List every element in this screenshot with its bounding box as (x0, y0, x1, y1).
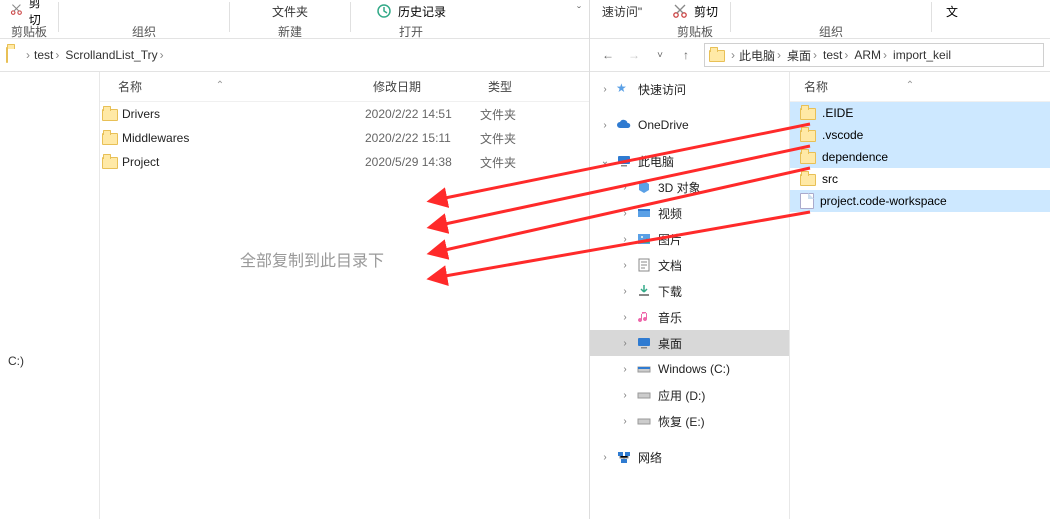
history-icon[interactable] (376, 3, 392, 19)
right-explorer-window: 速访问" 剪切 剪贴板 组织 文 ← → ˅ ↑ › 此电脑› 桌面› (590, 0, 1050, 519)
nav-up-button[interactable]: ↑ (674, 43, 698, 67)
tree-this-pc[interactable]: ⌄此电脑 (590, 148, 789, 174)
cut-label: 剪切 (694, 3, 718, 20)
tree-item[interactable]: ›音乐 (590, 304, 789, 330)
tree-item[interactable]: ›应用 (D:) (590, 382, 789, 408)
pictures-icon (636, 231, 652, 247)
drive-icon (636, 361, 652, 377)
downloads-icon (636, 283, 652, 299)
left-sidebar: C:) (0, 72, 100, 519)
open-group-label: 打开 (399, 23, 423, 40)
left-file-list: ⌃名称 修改日期 类型 Drivers 2020/2/22 14:51 文件夹 … (100, 72, 589, 519)
documents-icon (636, 257, 652, 273)
folder-up-icon[interactable] (6, 47, 22, 63)
right-ribbon: 速访问" 剪切 剪贴板 组织 文 (590, 0, 1050, 38)
folder-icon (102, 109, 118, 121)
folder-icon (800, 108, 816, 120)
right-file-list: ⌃名称 .EIDE .vscode dependence src project… (790, 72, 1050, 519)
folder-label[interactable]: 文件夹 (272, 3, 308, 20)
tree-item[interactable]: ›Windows (C:) (590, 356, 789, 382)
nav-back-button[interactable]: ← (596, 43, 620, 67)
folder-icon (800, 174, 816, 186)
sort-asc-icon: ⌃ (216, 80, 224, 91)
partial-label: 文 (946, 3, 958, 20)
scissors-icon[interactable] (672, 3, 688, 19)
monitor-icon (616, 153, 632, 169)
file-row[interactable]: project.code-workspace (790, 190, 1050, 212)
folder-icon (102, 133, 118, 145)
quick-access-partial-label[interactable]: 速访问" (602, 3, 642, 20)
breadcrumb[interactable]: 桌面› (785, 47, 819, 64)
clipboard-group-label: 剪贴板 (677, 23, 713, 40)
new-group-label: 新建 (278, 23, 302, 40)
breadcrumb[interactable]: ScrollandList_Try› (63, 48, 165, 62)
right-navbar: ← → ˅ ↑ › 此电脑› 桌面› test› ARM› import_kei… (590, 38, 1050, 72)
tree-item[interactable]: ›3D 对象 (590, 174, 789, 200)
breadcrumb[interactable]: 此电脑› (737, 47, 783, 64)
file-row[interactable]: Drivers 2020/2/22 14:51 文件夹 (100, 102, 589, 126)
clipboard-group-label: 剪贴板 (11, 23, 47, 40)
column-header-type[interactable]: 类型 (480, 78, 570, 95)
nav-recent-button[interactable]: ˅ (648, 43, 672, 67)
file-row[interactable]: src (790, 168, 1050, 190)
scissors-icon[interactable] (10, 3, 23, 19)
breadcrumb[interactable]: import_keil (891, 48, 953, 62)
tree-item[interactable]: ›视频 (590, 200, 789, 226)
star-icon: ★ (616, 81, 632, 97)
left-explorer-window: 剪切 剪贴板 组织 文件夹 新建 历史记录 打开 ˇ › t (0, 0, 590, 519)
breadcrumb[interactable]: test› (32, 48, 61, 62)
folder-icon (800, 130, 816, 142)
breadcrumb[interactable]: ARM› (852, 48, 889, 62)
desktop-icon (636, 335, 652, 351)
tree-item[interactable]: ›图片 (590, 226, 789, 252)
left-navbar: › test› ScrollandList_Try› (0, 38, 589, 72)
folder-icon (800, 152, 816, 164)
file-row[interactable]: .vscode (790, 124, 1050, 146)
tree-item[interactable]: ›文档 (590, 252, 789, 278)
tree-item[interactable]: ›下载 (590, 278, 789, 304)
folder-icon (102, 157, 118, 169)
organize-group-label: 组织 (132, 23, 156, 40)
left-ribbon: 剪切 剪贴板 组织 文件夹 新建 历史记录 打开 ˇ (0, 0, 589, 38)
objects3d-icon (636, 179, 652, 195)
tree-network[interactable]: ›网络 (590, 444, 789, 470)
file-row[interactable]: dependence (790, 146, 1050, 168)
video-icon (636, 205, 652, 221)
file-row[interactable]: Project 2020/5/29 14:38 文件夹 (100, 150, 589, 174)
breadcrumb[interactable]: test› (821, 48, 850, 62)
folder-icon (709, 50, 725, 62)
drive-icon (636, 413, 652, 429)
file-row[interactable]: .EIDE (790, 102, 1050, 124)
network-icon (616, 449, 632, 465)
tree-quick-access[interactable]: ›★快速访问 (590, 76, 789, 102)
address-bar[interactable]: › 此电脑› 桌面› test› ARM› import_keil (704, 43, 1044, 67)
column-header-date[interactable]: 修改日期 (365, 78, 480, 95)
history-label: 历史记录 (398, 3, 446, 20)
drive-icon (636, 387, 652, 403)
organize-group-label: 组织 (819, 23, 843, 40)
sidebar-drive-c[interactable]: C:) (0, 350, 99, 372)
tree-item-desktop[interactable]: ›桌面 (590, 330, 789, 356)
column-header-name[interactable]: ⌃名称 (100, 78, 365, 95)
music-icon (636, 309, 652, 325)
file-row[interactable]: Middlewares 2020/2/22 15:11 文件夹 (100, 126, 589, 150)
column-header-name[interactable]: ⌃名称 (790, 78, 1010, 95)
right-tree: ›★快速访问 ›OneDrive ⌄此电脑 ›3D 对象 ›视频 ›图片 ›文档… (590, 72, 790, 519)
annotation-text: 全部复制到此目录下 (240, 247, 384, 271)
sort-asc-icon: ⌃ (906, 80, 914, 91)
tree-item[interactable]: ›恢复 (E:) (590, 408, 789, 434)
nav-forward-button[interactable]: → (622, 43, 646, 67)
cloud-icon (616, 117, 632, 133)
tree-onedrive[interactable]: ›OneDrive (590, 112, 789, 138)
file-icon (800, 193, 814, 209)
ribbon-chevron-icon[interactable]: ˇ (569, 0, 589, 22)
